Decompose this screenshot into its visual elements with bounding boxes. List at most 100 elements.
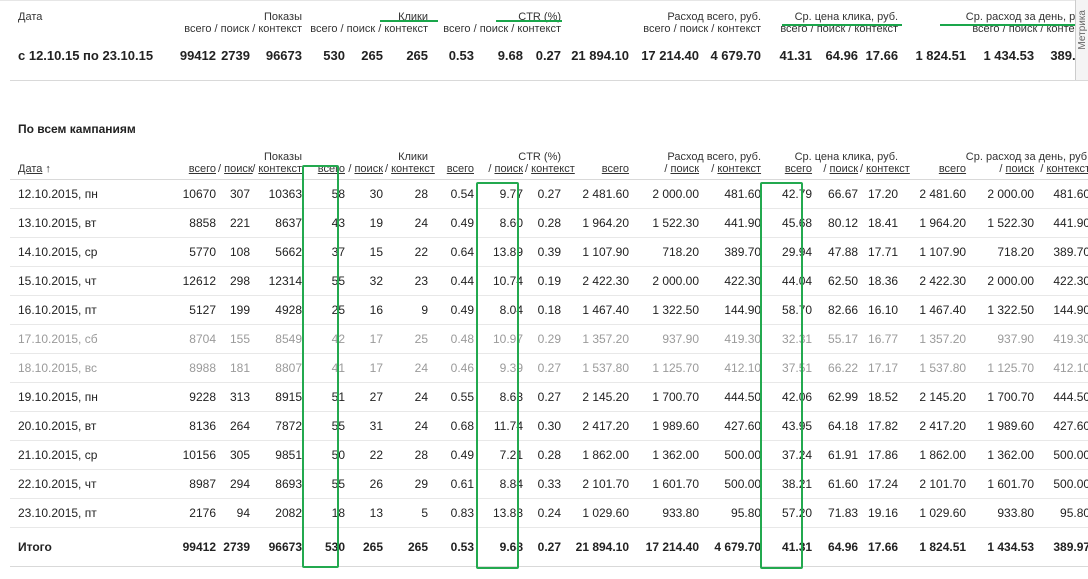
total-cell: 0.53 — [430, 527, 477, 567]
row-cell: 8988 — [173, 353, 218, 383]
summary-value: 96673 — [265, 47, 302, 63]
row-cell: 8915 — [252, 382, 304, 412]
subheader-context[interactable]: / контекст — [860, 163, 910, 180]
subheader-context[interactable]: / контекст — [252, 163, 304, 180]
row-cell: 22 — [347, 440, 385, 470]
row-cell: 45.68 — [763, 208, 815, 238]
total-cell: 4 679.70 — [701, 527, 764, 567]
row-cell: 0.39 — [525, 237, 564, 267]
row-cell: 10.74 — [476, 266, 526, 296]
subheader-context[interactable]: / контекст — [525, 163, 575, 180]
row-cell: 8.60 — [476, 208, 526, 238]
subheader-context[interactable]: / контекст — [701, 163, 764, 180]
subheader-search[interactable]: / поиск — [814, 163, 861, 180]
row-cell: 11.74 — [476, 411, 526, 441]
row-cell: 937.90 — [968, 324, 1037, 354]
row-cell: 0.30 — [525, 411, 564, 441]
row-cell: 1 467.40 — [563, 295, 632, 325]
section-title: По всем кампаниям — [18, 122, 136, 136]
row-cell: 1 029.60 — [900, 498, 969, 528]
row-cell: 144.90 — [1036, 295, 1088, 325]
summary-value: 17 214.40 — [641, 47, 700, 63]
row-cell: 18.36 — [860, 266, 901, 296]
row-date: 13.10.2015, вт — [10, 208, 173, 238]
row-cell: 937.90 — [631, 324, 702, 354]
row-cell: 66.22 — [814, 353, 861, 383]
row-cell: 55.17 — [814, 324, 861, 354]
row-cell: 2 000.00 — [968, 179, 1037, 209]
row-cell: 51 — [304, 382, 347, 412]
row-cell: 1 862.00 — [563, 440, 632, 470]
table-row: 16.10.2015, пт 5127 199 4928 25 16 9 0.49 8.04 0.… — [10, 295, 1088, 325]
summary-sub-spend: всего / поиск / контекст — [643, 23, 762, 35]
summary-avg-cpc-header[interactable]: Ср. цена клика, руб. — [763, 6, 900, 23]
row-cell: 0.27 — [525, 353, 564, 383]
subheader-search[interactable]: / поиск — [218, 163, 253, 180]
row-cell: 1 537.80 — [563, 353, 632, 383]
row-cell: 0.28 — [525, 208, 564, 238]
subheader-search[interactable]: / поиск — [968, 163, 1037, 180]
row-cell: 444.50 — [701, 382, 764, 412]
subheader-all[interactable]: всего — [173, 163, 218, 180]
row-cell: 1 700.70 — [631, 382, 702, 412]
row-cell: 2 101.70 — [563, 469, 632, 499]
subheader-all[interactable]: всего — [763, 163, 815, 180]
row-cell: 24 — [385, 411, 431, 441]
row-cell: 108 — [218, 237, 252, 267]
row-cell: 30 — [347, 179, 385, 209]
row-cell: 12612 — [173, 266, 218, 296]
row-cell: 44.04 — [763, 266, 815, 296]
table-row: 20.10.2015, вт 8136 264 7872 55 31 24 0.68 11.74… — [10, 411, 1088, 441]
subheader-context[interactable]: / контекст — [1036, 163, 1088, 180]
row-cell: 58.70 — [763, 295, 815, 325]
side-tab[interactable]: Метрика — [1075, 0, 1088, 80]
subheader-search[interactable]: / поиск — [631, 163, 702, 180]
table-row: 12.10.2015, пн 10670 307 10363 58 30 28 0.54 9.7… — [10, 179, 1088, 209]
row-cell: 8.63 — [476, 382, 526, 412]
summary-sub-clicks: всего / поиск / контекст — [310, 23, 429, 35]
row-cell: 2 417.20 — [563, 411, 632, 441]
row-cell: 1 467.40 — [900, 295, 969, 325]
date-sort-header[interactable]: Дата ↑ — [10, 163, 173, 180]
row-cell: 1 700.70 — [968, 382, 1037, 412]
row-cell: 9.39 — [476, 353, 526, 383]
row-cell: 29 — [385, 469, 431, 499]
row-date: 18.10.2015, вс — [10, 353, 173, 383]
row-cell: 9 — [385, 295, 431, 325]
row-cell: 16.77 — [860, 324, 901, 354]
subheader-search[interactable]: / поиск — [347, 163, 385, 180]
clicks-header: Клики — [398, 151, 429, 163]
row-cell: 61.91 — [814, 440, 861, 470]
row-cell: 10363 — [252, 179, 304, 209]
total-cell: 64.96 — [814, 527, 861, 567]
row-cell: 17 — [347, 324, 385, 354]
subheader-search[interactable]: / поиск — [476, 163, 526, 180]
row-cell: 17.24 — [860, 469, 901, 499]
summary-avg-daily-header[interactable]: Ср. расход за день, руб. — [900, 6, 1088, 23]
subheader-all[interactable]: всего — [430, 163, 477, 180]
row-cell: 18 — [304, 498, 347, 528]
row-cell: 412.10 — [701, 353, 764, 383]
row-cell: 38.21 — [763, 469, 815, 499]
row-cell: 17.71 — [860, 237, 901, 267]
row-cell: 37.51 — [763, 353, 815, 383]
summary-values-row: с 12.10.15 по 23.10.15 99412 2739 96673 530… — [10, 37, 1088, 69]
row-date: 12.10.2015, пн — [10, 179, 173, 209]
row-cell: 8.84 — [476, 469, 526, 499]
subheader-context[interactable]: / контекст — [385, 163, 435, 180]
row-cell: 1 989.60 — [631, 411, 702, 441]
row-cell: 16.10 — [860, 295, 901, 325]
summary-sub-ctr: всего / поиск / контекст — [443, 23, 562, 35]
row-cell: 64.18 — [814, 411, 861, 441]
summary-value: 21 894.10 — [571, 47, 630, 63]
row-cell: 8637 — [252, 208, 304, 238]
row-cell: 0.46 — [430, 353, 477, 383]
row-cell: 412.10 — [1036, 353, 1088, 383]
summary-value: 4 679.70 — [710, 47, 762, 63]
row-cell: 42 — [304, 324, 347, 354]
row-cell: 1 601.70 — [631, 469, 702, 499]
subheader-all[interactable]: всего — [304, 163, 347, 180]
summary-value: 265 — [361, 47, 383, 63]
subheader-all[interactable]: всего — [900, 163, 969, 180]
row-cell: 2 145.20 — [563, 382, 632, 412]
